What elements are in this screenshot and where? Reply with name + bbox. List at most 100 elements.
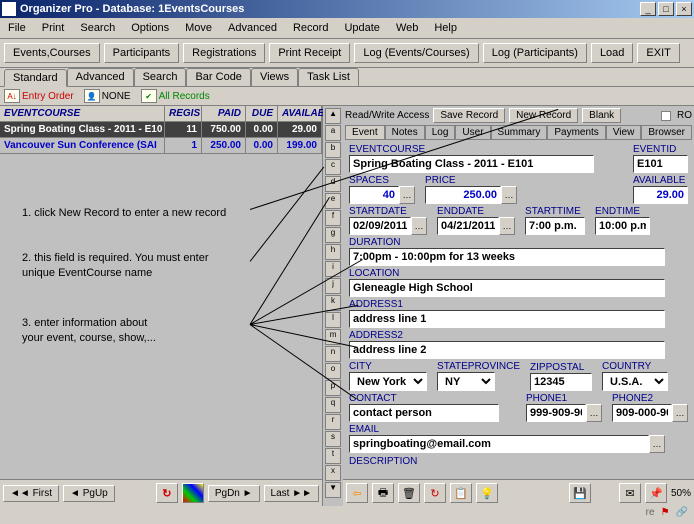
tab-barcode[interactable]: Bar Code	[186, 68, 250, 86]
stub-o[interactable]: o	[325, 363, 341, 379]
startdate-picker[interactable]: …	[411, 217, 427, 235]
save-record-button[interactable]: Save Record	[433, 108, 505, 123]
load-button[interactable]: Load	[591, 43, 633, 63]
stub-t[interactable]: t	[325, 448, 341, 464]
tab-tasklist[interactable]: Task List	[298, 68, 359, 86]
menu-record[interactable]: Record	[289, 20, 332, 36]
stub-up[interactable]: ▲	[325, 108, 341, 124]
tab-search[interactable]: Search	[134, 68, 187, 86]
stub-i[interactable]: i	[325, 261, 341, 277]
stub-b[interactable]: b	[325, 142, 341, 158]
stub-g[interactable]: g	[325, 227, 341, 243]
tab-advanced[interactable]: Advanced	[67, 68, 134, 86]
tab-event[interactable]: Event	[345, 125, 385, 140]
tab-user[interactable]: User	[455, 125, 490, 140]
col-regis[interactable]: REGIS	[165, 106, 202, 121]
menu-file[interactable]: File	[4, 20, 30, 36]
pgup-button[interactable]: ◄ PgUp	[63, 485, 115, 502]
blank-button[interactable]: Blank	[582, 108, 621, 123]
refresh-icon[interactable]: ↻	[156, 483, 178, 503]
stub-s[interactable]: s	[325, 431, 341, 447]
col-avail[interactable]: AVAILABL	[278, 106, 322, 121]
tab-payments[interactable]: Payments	[547, 125, 605, 140]
events-courses-button[interactable]: Events,Courses	[4, 43, 100, 63]
menu-search[interactable]: Search	[76, 20, 119, 36]
tab-view[interactable]: View	[606, 125, 642, 140]
col-due[interactable]: DUE	[246, 106, 278, 121]
location-field[interactable]	[349, 279, 665, 297]
maximize-button[interactable]: □	[658, 2, 674, 16]
stub-n[interactable]: n	[325, 346, 341, 362]
tab-notes[interactable]: Notes	[385, 125, 425, 140]
sort-icon[interactable]: A↓	[4, 89, 20, 103]
menu-help[interactable]: Help	[430, 20, 461, 36]
spaces-picker[interactable]: …	[399, 186, 415, 204]
address1-field[interactable]	[349, 310, 665, 328]
all-records-icon[interactable]: ✔	[141, 89, 157, 103]
phone1-field[interactable]	[526, 404, 586, 422]
menu-print[interactable]: Print	[38, 20, 69, 36]
zip-field[interactable]	[530, 373, 592, 391]
available-field[interactable]	[633, 186, 688, 204]
menu-options[interactable]: Options	[127, 20, 173, 36]
participants-button[interactable]: Participants	[104, 43, 179, 63]
col-paid[interactable]: PAID	[202, 106, 246, 121]
phone2-field[interactable]	[612, 404, 672, 422]
log-participants-button[interactable]: Log (Participants)	[483, 43, 587, 63]
endtime-field[interactable]	[595, 217, 650, 235]
tab-browser[interactable]: Browser	[641, 125, 692, 140]
stub-f[interactable]: f	[325, 210, 341, 226]
export-icon[interactable]: 💾	[569, 483, 591, 503]
starttime-field[interactable]	[525, 217, 585, 235]
contact-field[interactable]	[349, 404, 499, 422]
close-button[interactable]: ×	[676, 2, 692, 16]
address2-field[interactable]	[349, 341, 665, 359]
startdate-field[interactable]	[349, 217, 411, 235]
copy-icon[interactable]: 📋	[450, 483, 472, 503]
stub-q[interactable]: q	[325, 397, 341, 413]
stub-h[interactable]: h	[325, 244, 341, 260]
tab-views[interactable]: Views	[251, 68, 298, 86]
exit-button[interactable]: EXIT	[637, 43, 679, 63]
mail-icon[interactable]: ✉	[619, 483, 641, 503]
print-receipt-button[interactable]: Print Receipt	[269, 43, 350, 63]
print-icon[interactable]: 🖶	[372, 483, 394, 503]
refresh2-icon[interactable]: ↻	[424, 483, 446, 503]
delete-icon[interactable]: 🗑	[398, 483, 420, 503]
last-button[interactable]: Last ►►	[264, 485, 319, 502]
enddate-picker[interactable]: …	[499, 217, 515, 235]
stub-c[interactable]: c	[325, 159, 341, 175]
table-row[interactable]: Vancouver Sun Conference (SAI 1 250.00 0…	[0, 138, 322, 154]
stub-l[interactable]: l	[325, 312, 341, 328]
table-row[interactable]: Spring Boating Class - 2011 - E10 11 750…	[0, 122, 322, 138]
enddate-field[interactable]	[437, 217, 499, 235]
duration-field[interactable]	[349, 248, 665, 266]
phone2-picker[interactable]: …	[672, 404, 688, 422]
spaces-field[interactable]	[349, 186, 399, 204]
eventid-field[interactable]	[633, 155, 688, 173]
stub-d[interactable]: d	[325, 176, 341, 192]
stub-p[interactable]: p	[325, 380, 341, 396]
pin-icon[interactable]: 📌	[645, 483, 667, 503]
stub-j[interactable]: j	[325, 278, 341, 294]
menu-web[interactable]: Web	[392, 20, 422, 36]
phone1-picker[interactable]: …	[586, 404, 602, 422]
stub-r[interactable]: r	[325, 414, 341, 430]
bulb-icon[interactable]: 💡	[476, 483, 498, 503]
email-field[interactable]	[349, 435, 649, 453]
tab-standard[interactable]: Standard	[4, 69, 67, 87]
registrations-button[interactable]: Registrations	[183, 43, 265, 63]
eventcourse-field[interactable]	[349, 155, 594, 173]
stub-x[interactable]: x	[325, 465, 341, 481]
first-button[interactable]: ◄◄ First	[3, 485, 59, 502]
stateprov-select[interactable]: NY	[437, 372, 495, 391]
new-record-button[interactable]: New Record	[509, 108, 578, 123]
tab-summary[interactable]: Summary	[491, 125, 548, 140]
ro-checkbox[interactable]	[661, 111, 671, 121]
log-events-button[interactable]: Log (Events/Courses)	[354, 43, 478, 63]
stub-k[interactable]: k	[325, 295, 341, 311]
back-arrow-icon[interactable]: ⇦	[346, 483, 368, 503]
email-picker[interactable]: …	[649, 435, 665, 453]
stub-a[interactable]: a	[325, 125, 341, 141]
minimize-button[interactable]: _	[640, 2, 656, 16]
